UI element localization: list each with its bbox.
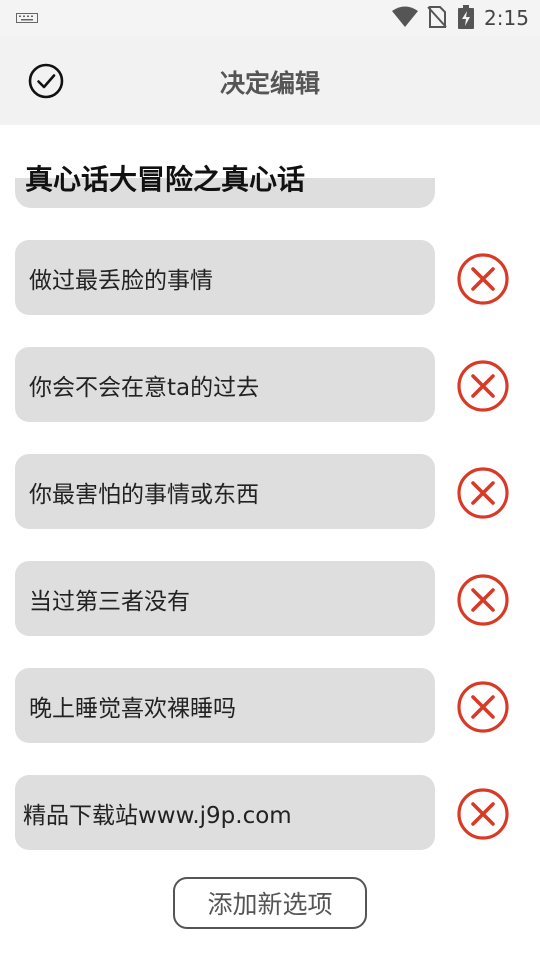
option-input[interactable]: 你最害怕的事情或东西: [15, 454, 435, 529]
delete-close-icon[interactable]: [455, 572, 511, 628]
delete-close-icon[interactable]: [455, 251, 511, 307]
wifi-icon: [392, 6, 418, 27]
option-input[interactable]: 你会不会在意ta的过去: [15, 347, 435, 422]
option-input[interactable]: 做过最丢脸的事情: [15, 240, 435, 315]
option-row: 你会不会在意ta的过去: [0, 347, 540, 422]
option-row: 做过最丢脸的事情: [0, 240, 540, 315]
delete-close-icon[interactable]: [455, 786, 511, 842]
option-row: 当过第三者没有: [0, 561, 540, 636]
page-title: 决定编辑: [219, 69, 320, 98]
option-input[interactable]: 当过第三者没有: [15, 561, 435, 636]
no-sim-icon: [427, 6, 447, 28]
option-list: 做过最丢脸的事情 你会不会在意ta的过去 你最害怕的事情或东西 当过第三者没有 …: [0, 240, 540, 882]
status-bar: 2:15: [0, 0, 540, 36]
keyboard-icon: [16, 13, 38, 23]
battery-charging-icon: [458, 5, 474, 29]
delete-close-icon[interactable]: [455, 679, 511, 735]
delete-close-icon[interactable]: [455, 358, 511, 414]
status-time: 2:15: [484, 6, 529, 30]
app-bar: 决定编辑: [0, 36, 540, 125]
option-row: 晚上睡觉喜欢裸睡吗: [0, 668, 540, 743]
option-input[interactable]: 精品下载站www.j9p.com: [15, 775, 435, 850]
section-title: 真心话大冒险之真心话: [25, 163, 306, 196]
option-input[interactable]: 晚上睡觉喜欢裸睡吗: [15, 668, 435, 743]
option-row: 你最害怕的事情或东西: [0, 454, 540, 529]
add-option-button[interactable]: 添加新选项: [173, 877, 367, 929]
delete-close-icon[interactable]: [455, 465, 511, 521]
option-row: 精品下载站www.j9p.com: [0, 775, 540, 850]
